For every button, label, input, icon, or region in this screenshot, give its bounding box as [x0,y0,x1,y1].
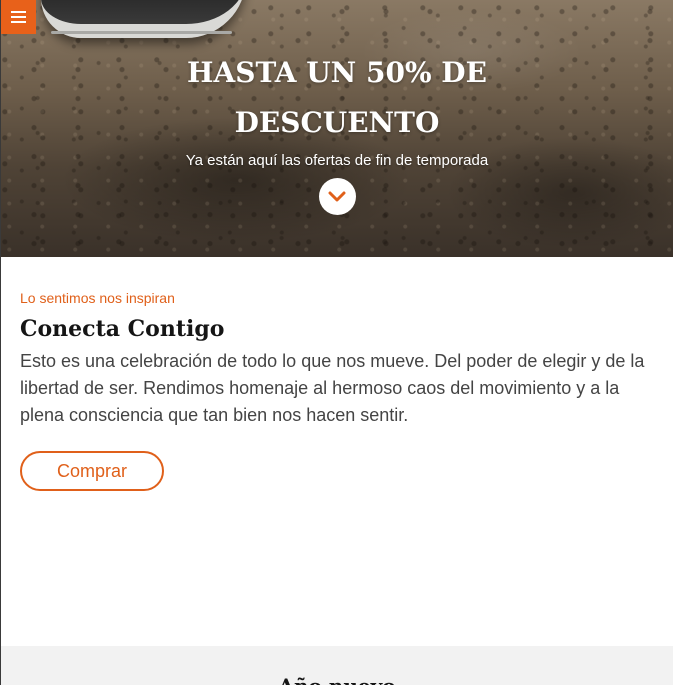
hero-banner: HASTA UN 50% DE DESCUENTO Ya están aquí … [1,0,673,257]
next-section-title: Año nuevo [1,646,673,685]
section-eyebrow: Lo sentimos nos inspiran [20,290,175,306]
page: HASTA UN 50% DE DESCUENTO Ya están aquí … [0,0,673,685]
section-title: Conecta Contigo [20,316,225,342]
hero-subtitle: Ya están aquí las ofertas de fin de temp… [185,152,489,169]
hero-title: HASTA UN 50% DE DESCUENTO [187,56,487,139]
scroll-down-button[interactable] [318,178,356,215]
buy-button[interactable]: Comprar [20,451,164,491]
menu-button[interactable] [1,0,36,34]
section-body: Esto es una celebración de todo lo que n… [20,351,645,425]
hamburger-menu-icon [11,11,26,23]
promo-section: Lo sentimos nos inspiran Conecta Contigo… [1,257,673,491]
hero-content: HASTA UN 50% DE DESCUENTO Ya están aquí … [1,48,673,215]
hero-shoe-image [41,0,246,38]
next-section: Año nuevo [1,646,673,685]
chevron-down-icon [328,191,346,201]
